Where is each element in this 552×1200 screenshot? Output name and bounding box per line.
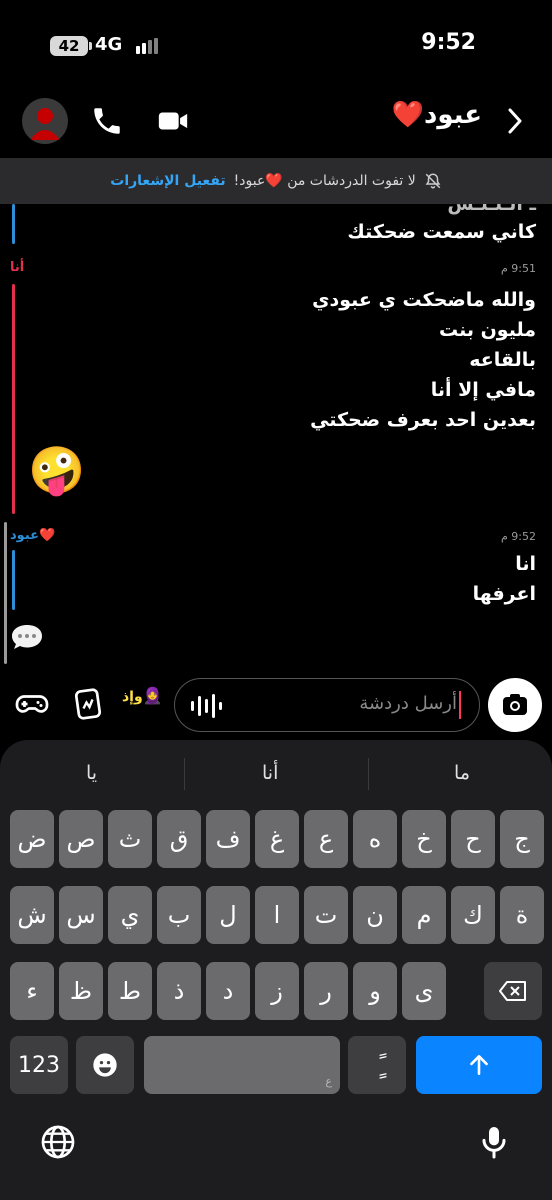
chat-title[interactable]: عبود❤️ <box>392 100 482 130</box>
key[interactable]: ص <box>59 810 103 868</box>
bell-off-icon <box>424 172 442 190</box>
key[interactable]: ظ <box>59 962 103 1020</box>
them-message-bar <box>12 550 15 610</box>
emoji-message: 🤪 <box>28 443 86 497</box>
message-line: والله ماضحكت ي عبودي <box>312 289 536 311</box>
key[interactable]: ا <box>255 886 299 944</box>
emoji-key-icon <box>93 1053 117 1077</box>
bitmoji-button[interactable]: وإذ🧕 <box>122 686 163 705</box>
message-line: بعدين احد بعرف ضحكتي <box>310 409 536 431</box>
key[interactable]: ى <box>402 962 446 1020</box>
avatar-icon[interactable] <box>22 98 68 144</box>
message-time: 9:51 م <box>500 262 536 275</box>
signal-icon <box>136 38 160 54</box>
notification-banner: لا تفوت الدردشات من ❤️عبود! تفعيل الإشعا… <box>0 158 552 204</box>
camera-button[interactable] <box>488 678 542 732</box>
prev-message-line: كاني سمعت ضحكتك <box>347 221 536 243</box>
message-line: مافي إلا أنا <box>430 379 536 401</box>
selection-bar <box>4 522 7 664</box>
typing-indicator-icon <box>10 622 44 652</box>
key[interactable]: ش <box>10 886 54 944</box>
diacritic-key[interactable]: ًٍ <box>348 1036 406 1094</box>
message-line: مليون بنت <box>438 319 536 341</box>
key[interactable]: ة <box>500 886 544 944</box>
key[interactable]: خ <box>402 810 446 868</box>
prev-message-bar <box>12 204 15 244</box>
suggestion-3[interactable]: يا <box>86 762 97 784</box>
numbers-key[interactable]: 123 <box>10 1036 68 1094</box>
key[interactable]: و <box>353 962 397 1020</box>
key[interactable]: م <box>402 886 446 944</box>
enable-notifications-link[interactable]: تفعيل الإشعارات <box>110 173 225 189</box>
message-sender-them: عبود❤️ <box>10 528 56 543</box>
key[interactable]: ن <box>353 886 397 944</box>
battery-indicator: 42 <box>50 36 92 56</box>
key[interactable]: ج <box>500 810 544 868</box>
status-time: 9:52 <box>421 30 476 55</box>
message-time: 9:52 م <box>500 530 536 543</box>
key[interactable]: ط <box>108 962 152 1020</box>
return-arrow-icon <box>470 1055 488 1075</box>
microphone-icon[interactable] <box>474 1122 514 1162</box>
return-key[interactable] <box>416 1036 542 1094</box>
message-list[interactable]: ـ الـلـلـس كاني سمعت ضحكتك أنا 9:51 م وا… <box>0 204 552 668</box>
back-chevron-icon[interactable] <box>502 106 526 136</box>
prev-message-line: ـ الـلـلـس <box>447 204 536 215</box>
key[interactable]: ه <box>353 810 397 868</box>
suggestion-1[interactable]: ما <box>454 762 470 784</box>
key[interactable]: د <box>206 962 250 1020</box>
key[interactable]: ي <box>108 886 152 944</box>
key[interactable]: ف <box>206 810 250 868</box>
stickers-icon[interactable] <box>70 686 106 722</box>
message-line: اعرفها <box>472 583 536 605</box>
key[interactable]: ب <box>157 886 201 944</box>
key[interactable]: ر <box>304 962 348 1020</box>
space-key[interactable]: ع <box>144 1036 340 1094</box>
keyboard: ما أنا يا ج ح خ ه ع غ ف ق ث ص ض ة ك م ن … <box>0 740 552 1200</box>
key[interactable]: ح <box>451 810 495 868</box>
bitmoji-label: وإذ <box>122 689 143 705</box>
key[interactable]: ض <box>10 810 54 868</box>
backspace-icon <box>499 981 526 1001</box>
emoji-key[interactable] <box>76 1036 134 1094</box>
suggestion-2[interactable]: أنا <box>262 762 278 784</box>
key[interactable]: ق <box>157 810 201 868</box>
key[interactable]: ث <box>108 810 152 868</box>
video-icon[interactable] <box>156 104 190 138</box>
message-line: انا <box>515 553 536 575</box>
voice-wave-icon[interactable] <box>189 693 223 719</box>
space-hint: ع <box>325 1075 332 1088</box>
key[interactable]: ك <box>451 886 495 944</box>
key[interactable]: ل <box>206 886 250 944</box>
key[interactable]: غ <box>255 810 299 868</box>
message-sender-me: أنا <box>10 260 25 275</box>
key[interactable]: ع <box>304 810 348 868</box>
globe-icon[interactable] <box>38 1122 78 1162</box>
games-icon[interactable] <box>14 686 50 722</box>
chat-input[interactable]: أرسل دردشة <box>174 678 480 732</box>
key[interactable]: ذ <box>157 962 201 1020</box>
chat-header: عبود❤️ <box>0 90 552 156</box>
phone-icon[interactable] <box>90 104 124 138</box>
composer: وإذ🧕 أرسل دردشة <box>0 670 552 740</box>
key[interactable]: ز <box>255 962 299 1020</box>
status-bar: 42 4G 9:52 <box>0 0 552 90</box>
key[interactable]: ت <box>304 886 348 944</box>
key[interactable]: س <box>59 886 103 944</box>
message-line: بالقاعه <box>469 349 536 371</box>
suggestion-divider <box>368 758 369 790</box>
chat-input-placeholder: أرسل دردشة <box>359 693 457 714</box>
key[interactable]: ء <box>10 962 54 1020</box>
suggestion-divider <box>184 758 185 790</box>
me-message-bar <box>12 284 15 514</box>
suggestion-bar: ما أنا يا <box>0 740 552 806</box>
backspace-key[interactable] <box>484 962 542 1020</box>
banner-text: لا تفوت الدردشات من ❤️عبود! <box>233 173 416 189</box>
text-cursor <box>459 691 461 719</box>
camera-icon <box>503 694 527 715</box>
network-type: 4G <box>95 34 123 55</box>
